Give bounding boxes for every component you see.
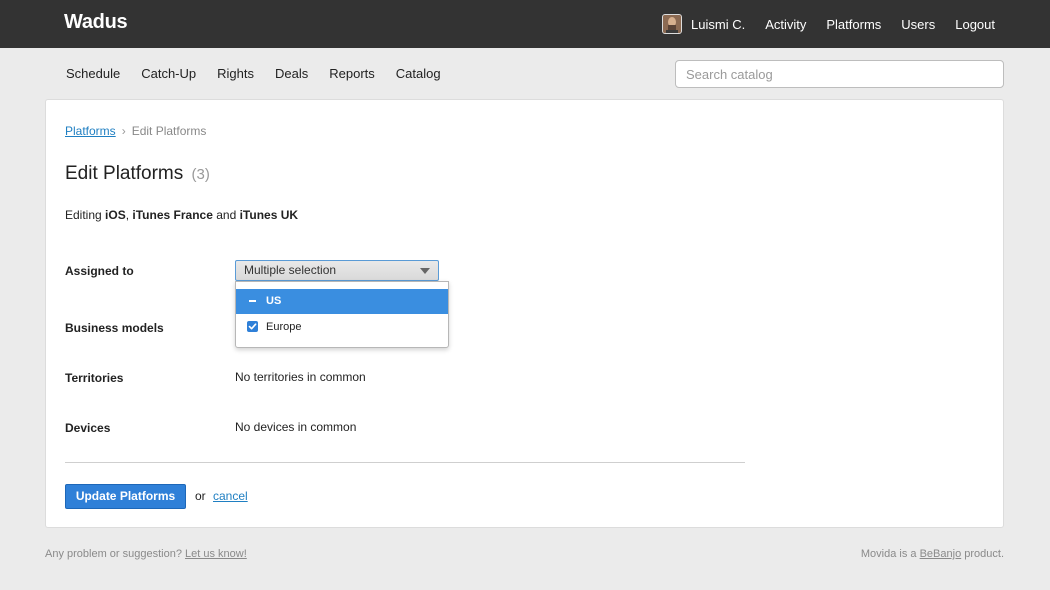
nav-platforms[interactable]: Platforms — [826, 17, 881, 32]
subnav-catalog[interactable]: Catalog — [396, 66, 441, 81]
assigned-to-label: Assigned to — [65, 264, 134, 278]
subnav-rights[interactable]: Rights — [217, 66, 254, 81]
brand-logo[interactable]: Wadus — [64, 11, 128, 34]
option-label: Europe — [266, 321, 302, 333]
editing-comma: , — [125, 208, 130, 222]
territories-label: Territories — [65, 371, 124, 385]
dropdown-option-europe[interactable]: Europe — [236, 315, 448, 340]
nav-users[interactable]: Users — [901, 17, 935, 32]
breadcrumb-separator: › — [121, 124, 126, 138]
selection-count: (3) — [191, 166, 210, 183]
user-menu[interactable]: Luismi C. — [662, 14, 745, 34]
breadcrumb-platforms-link[interactable]: Platforms — [65, 124, 116, 138]
form-divider — [65, 462, 745, 463]
option-label: US — [266, 295, 282, 307]
assigned-to-dropdown: US Europe — [235, 281, 449, 348]
page-title-text: Edit Platforms — [65, 163, 184, 184]
user-nav: Luismi C. Activity Platforms Users Logou… — [642, 0, 995, 48]
nav-activity[interactable]: Activity — [765, 17, 806, 32]
assigned-to-value: Multiple selection — [244, 263, 337, 277]
assigned-to-select[interactable]: Multiple selection — [235, 260, 439, 281]
business-models-label: Business models — [65, 321, 164, 335]
update-platforms-button[interactable]: Update Platforms — [65, 484, 186, 509]
devices-value: No devices in common — [235, 420, 357, 434]
nav-logout[interactable]: Logout — [955, 17, 995, 32]
search-input[interactable] — [675, 60, 1004, 88]
section-nav: Schedule Catch-Up Rights Deals Reports C… — [66, 66, 462, 81]
territories-value: No territories in common — [235, 370, 366, 384]
user-name: Luismi C. — [691, 16, 746, 32]
checkbox-checked-icon[interactable] — [247, 321, 259, 333]
footer-feedback: Any problem or suggestion? Let us know! — [45, 548, 247, 560]
editing-item: iOS — [105, 208, 126, 222]
main-panel: Platforms › Edit Platforms Edit Platforms … — [45, 99, 1004, 528]
editing-and: and — [216, 208, 237, 222]
cancel-link[interactable]: cancel — [213, 489, 248, 503]
breadcrumb: Platforms › Edit Platforms — [65, 124, 206, 138]
bebanjo-link[interactable]: BeBanjo — [920, 548, 962, 560]
editing-prefix: Editing — [65, 208, 102, 222]
feedback-link[interactable]: Let us know! — [185, 548, 247, 560]
editing-item: iTunes France — [132, 208, 213, 222]
avatar — [662, 14, 683, 34]
footer-credit: Movida is a BeBanjo product. — [861, 548, 1004, 560]
subnav-deals[interactable]: Deals — [275, 66, 308, 81]
minus-icon — [247, 295, 259, 307]
subnav-catch-up[interactable]: Catch-Up — [141, 66, 196, 81]
top-navbar: Wadus Luismi C. Activity Platforms Users… — [0, 0, 1050, 48]
subnav-reports[interactable]: Reports — [329, 66, 375, 81]
subnav-schedule[interactable]: Schedule — [66, 66, 120, 81]
footer-credit-suffix: product. — [964, 548, 1004, 560]
page-title: Edit Platforms (3) — [65, 163, 210, 185]
editing-item: iTunes UK — [239, 208, 299, 222]
footer-feedback-text: Any problem or suggestion? — [45, 548, 182, 560]
breadcrumb-current: Edit Platforms — [131, 124, 207, 138]
or-text: or — [195, 489, 206, 503]
chevron-down-icon — [420, 268, 430, 274]
editing-summary: Editing iOS, iTunes France and iTunes UK — [65, 208, 298, 222]
footer-credit-prefix: Movida is a — [860, 548, 917, 560]
dropdown-option-us[interactable]: US — [236, 289, 448, 314]
devices-label: Devices — [65, 421, 111, 435]
